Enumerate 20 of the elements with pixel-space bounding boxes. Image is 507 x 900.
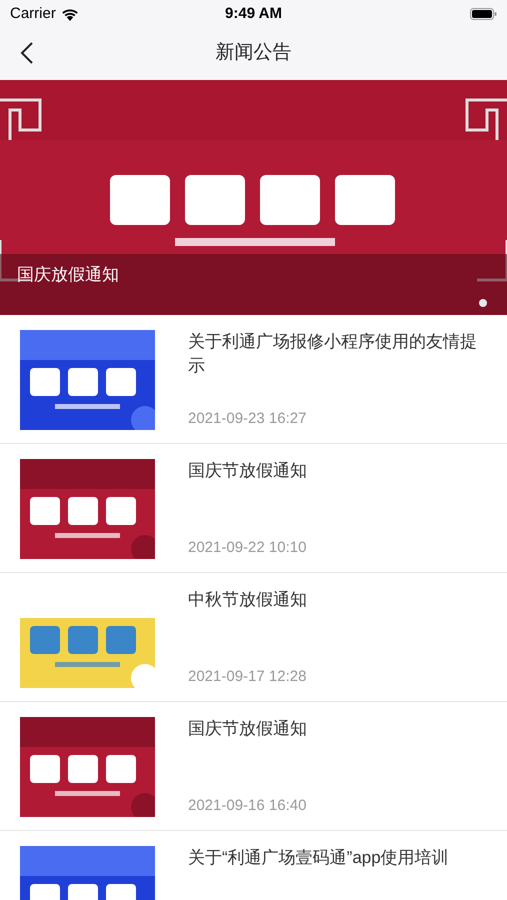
- wifi-icon: [60, 8, 79, 20]
- news-item[interactable]: 关于利通广场报修小程序使用的友情提示 2021-09-23 16:27: [0, 315, 507, 444]
- news-date: 2021-09-16 16:40: [188, 796, 308, 816]
- news-title: 中秋节放假通知: [188, 589, 308, 611]
- news-item[interactable]: 国庆节放假通知 2021-09-22 10:10: [0, 444, 507, 573]
- banner-caption: 国庆放假通知: [17, 264, 119, 286]
- page-title: 新闻公告: [216, 42, 292, 63]
- news-item[interactable]: 国庆节放假通知 2021-09-16 16:40: [0, 702, 507, 831]
- status-time: 9:49 AM: [225, 4, 282, 22]
- news-title: 国庆节放假通知: [188, 718, 308, 740]
- news-title: 关于“利通广场壹码通”app使用培训: [188, 847, 450, 869]
- news-title: 国庆节放假通知: [188, 460, 308, 482]
- news-title: 关于利通广场报修小程序使用的友情提示: [188, 331, 478, 377]
- battery-icon: [470, 8, 497, 20]
- news-date: 2021-09-17 12:28: [188, 666, 308, 686]
- news-date: 2021-09-22 10:10: [188, 538, 308, 558]
- news-date: 2021-09-23 16:27: [188, 408, 308, 428]
- carrier-label: Carrier: [10, 4, 56, 24]
- news-item[interactable]: 关于“利通广场壹码通”app使用培训: [0, 831, 507, 900]
- news-item[interactable]: 中秋节放假通知 2021-09-17 12:28: [0, 573, 507, 702]
